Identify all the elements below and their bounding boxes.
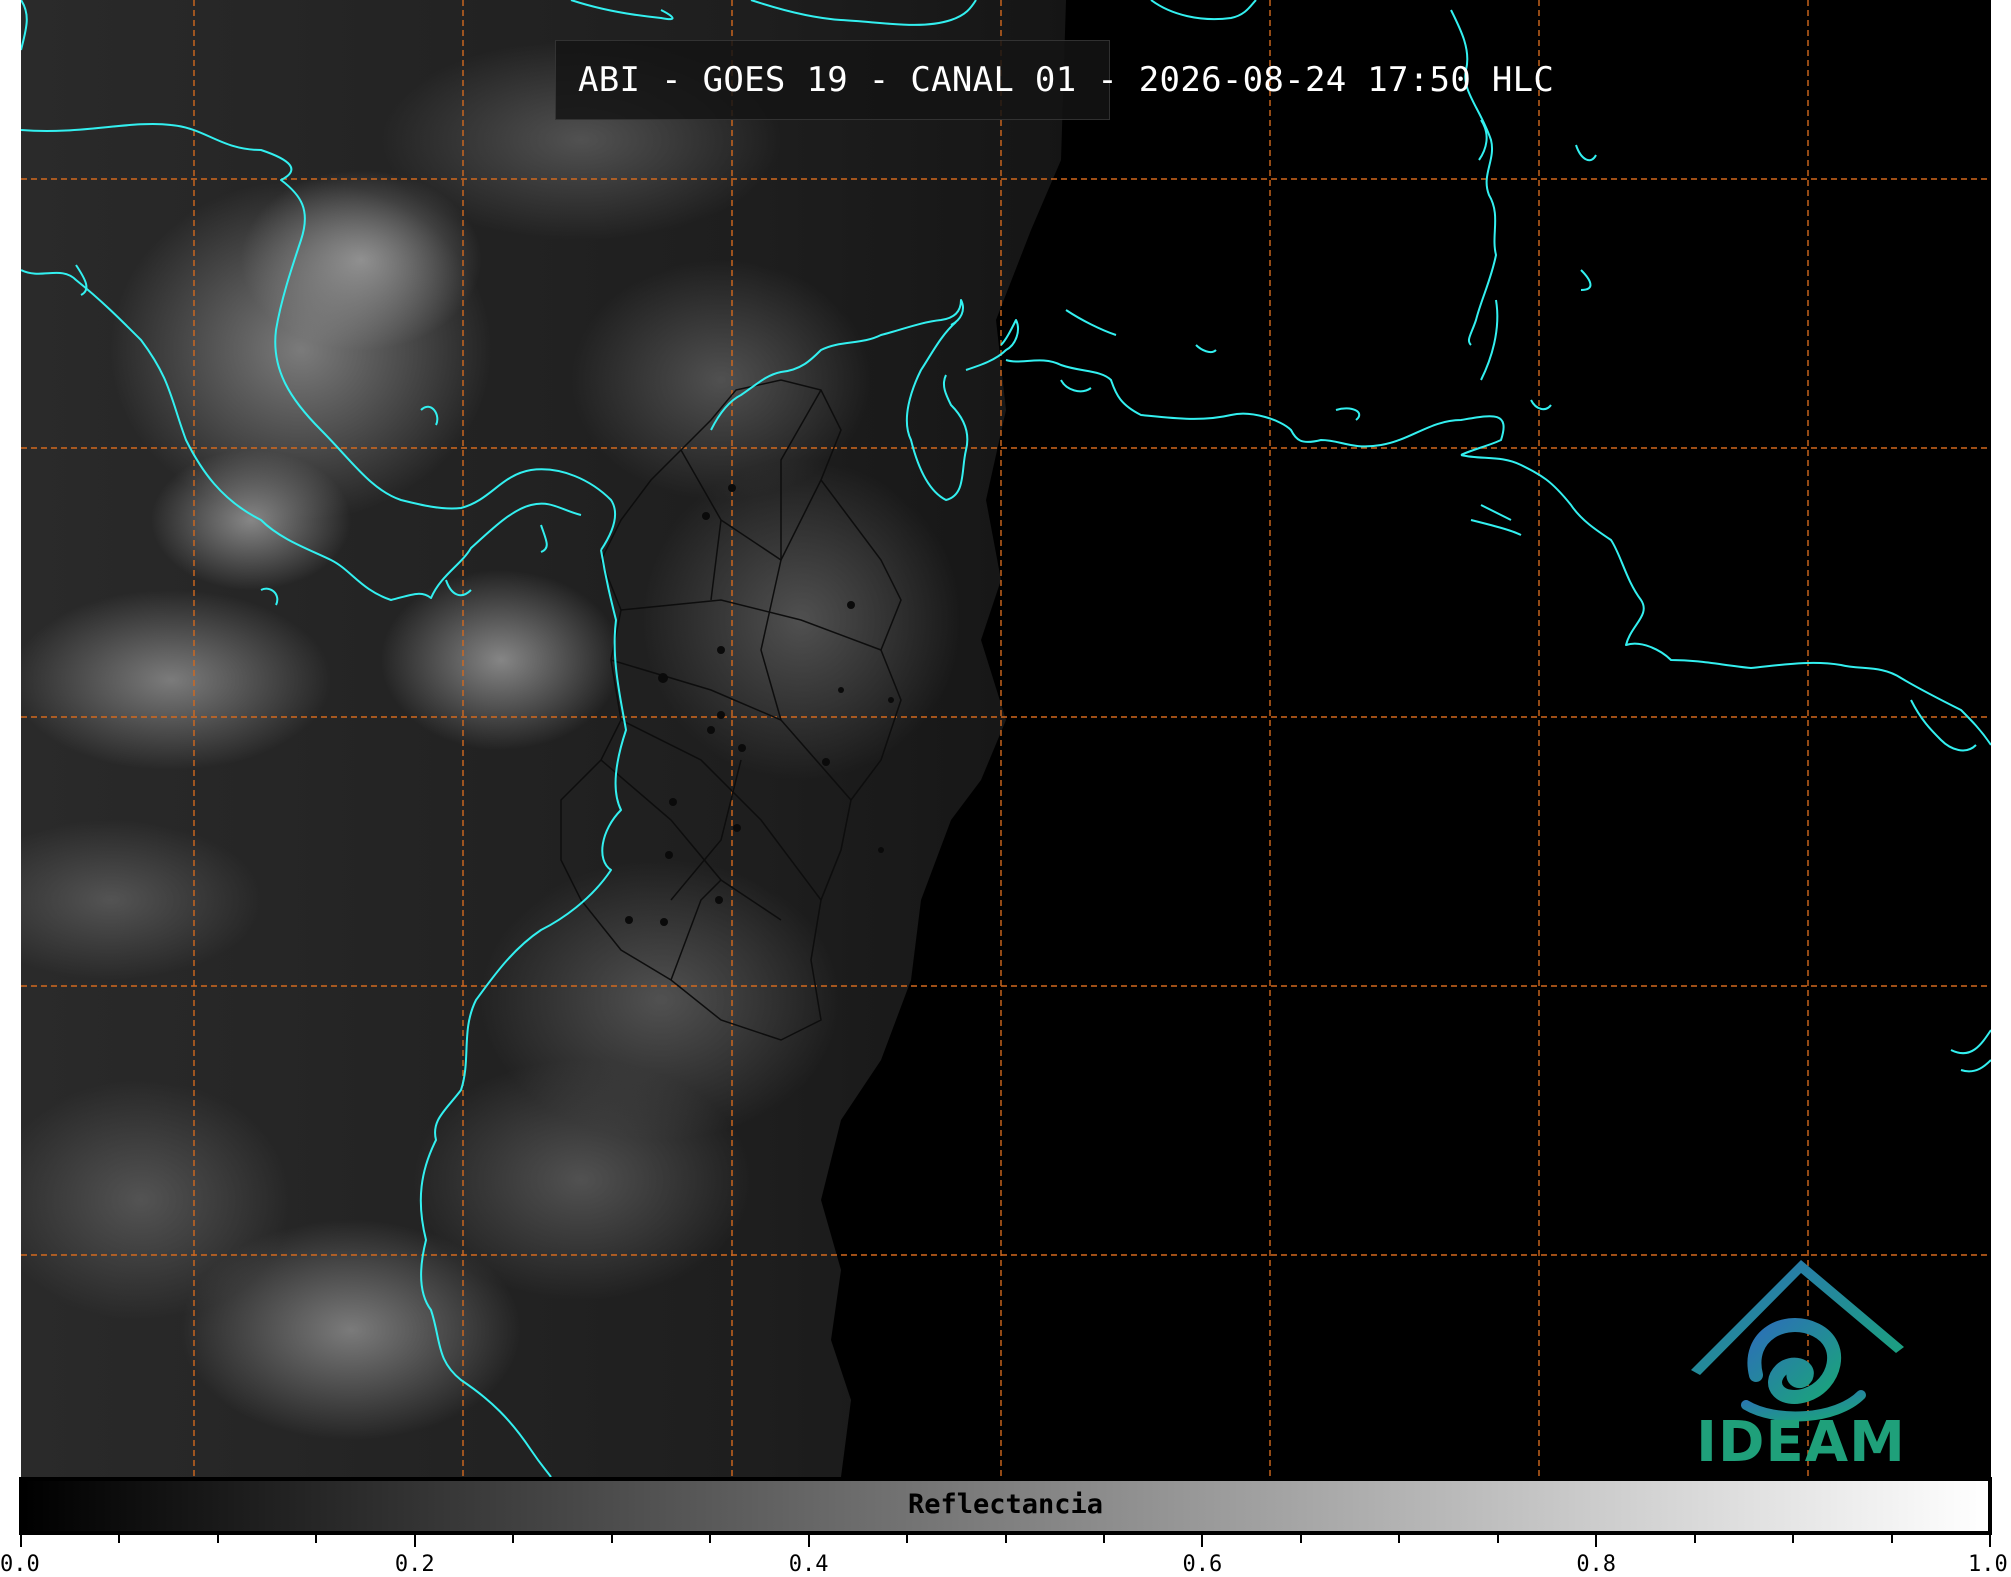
colorbar-label: Reflectancia — [907, 1489, 1104, 1520]
colorbar-minor-tick — [512, 1535, 515, 1543]
colorbar-minor-tick — [1102, 1535, 1105, 1543]
logo-text: IDEAM — [1696, 1410, 1906, 1475]
colorbar-minor-tick — [1398, 1535, 1401, 1543]
colorbar-tick-label: 1.0 — [1968, 1552, 2008, 1577]
colorbar-tick-label: 0.2 — [394, 1552, 435, 1577]
map-title: ABI - GOES 19 - CANAL 01 - 2026-08-24 17… — [578, 60, 1555, 100]
colorbar-minor-tick — [1299, 1535, 1302, 1543]
colorbar-tick-label: 0.6 — [1182, 1552, 1223, 1577]
colorbar-minor-tick — [610, 1535, 613, 1543]
colorbar-minor-tick — [1792, 1535, 1795, 1543]
colorbar-major-tick — [413, 1535, 416, 1547]
colorbar-minor-tick — [1496, 1535, 1499, 1543]
colorbar-minor-tick — [1693, 1535, 1696, 1543]
colorbar-tick-label: 0.4 — [788, 1552, 829, 1577]
colorbar-minor-tick — [216, 1535, 219, 1543]
colorbar-major-tick — [807, 1535, 810, 1547]
colorbar-ticks: 0.0 0.2 0.4 0.6 0.8 1.0 — [0, 1535, 2011, 1577]
colorbar-major-tick — [1989, 1535, 1991, 1547]
colorbar-minor-tick — [315, 1535, 318, 1543]
ideam-emblem-icon — [1691, 1260, 1904, 1422]
title-box: ABI - GOES 19 - CANAL 01 - 2026-08-24 17… — [555, 40, 1554, 120]
colorbar-major-tick — [20, 1535, 22, 1547]
colorbar-tick-label: 0.8 — [1576, 1552, 1617, 1577]
colorbar-minor-tick — [906, 1535, 909, 1543]
colorbar-minor-tick — [1890, 1535, 1893, 1543]
ideam-logo: IDEAM — [1686, 1255, 1916, 1475]
colorbar-minor-tick — [1004, 1535, 1007, 1543]
satellite-map[interactable]: ABI - GOES 19 - CANAL 01 - 2026-08-24 17… — [21, 0, 1991, 1477]
colorbar-major-tick — [1595, 1535, 1598, 1547]
colorbar: Reflectancia — [19, 1477, 1992, 1535]
colorbar-tick-label: 0.0 — [0, 1552, 40, 1577]
colorbar-minor-tick — [709, 1535, 712, 1543]
colorbar-major-tick — [1201, 1535, 1204, 1547]
colorbar-minor-tick — [118, 1535, 121, 1543]
